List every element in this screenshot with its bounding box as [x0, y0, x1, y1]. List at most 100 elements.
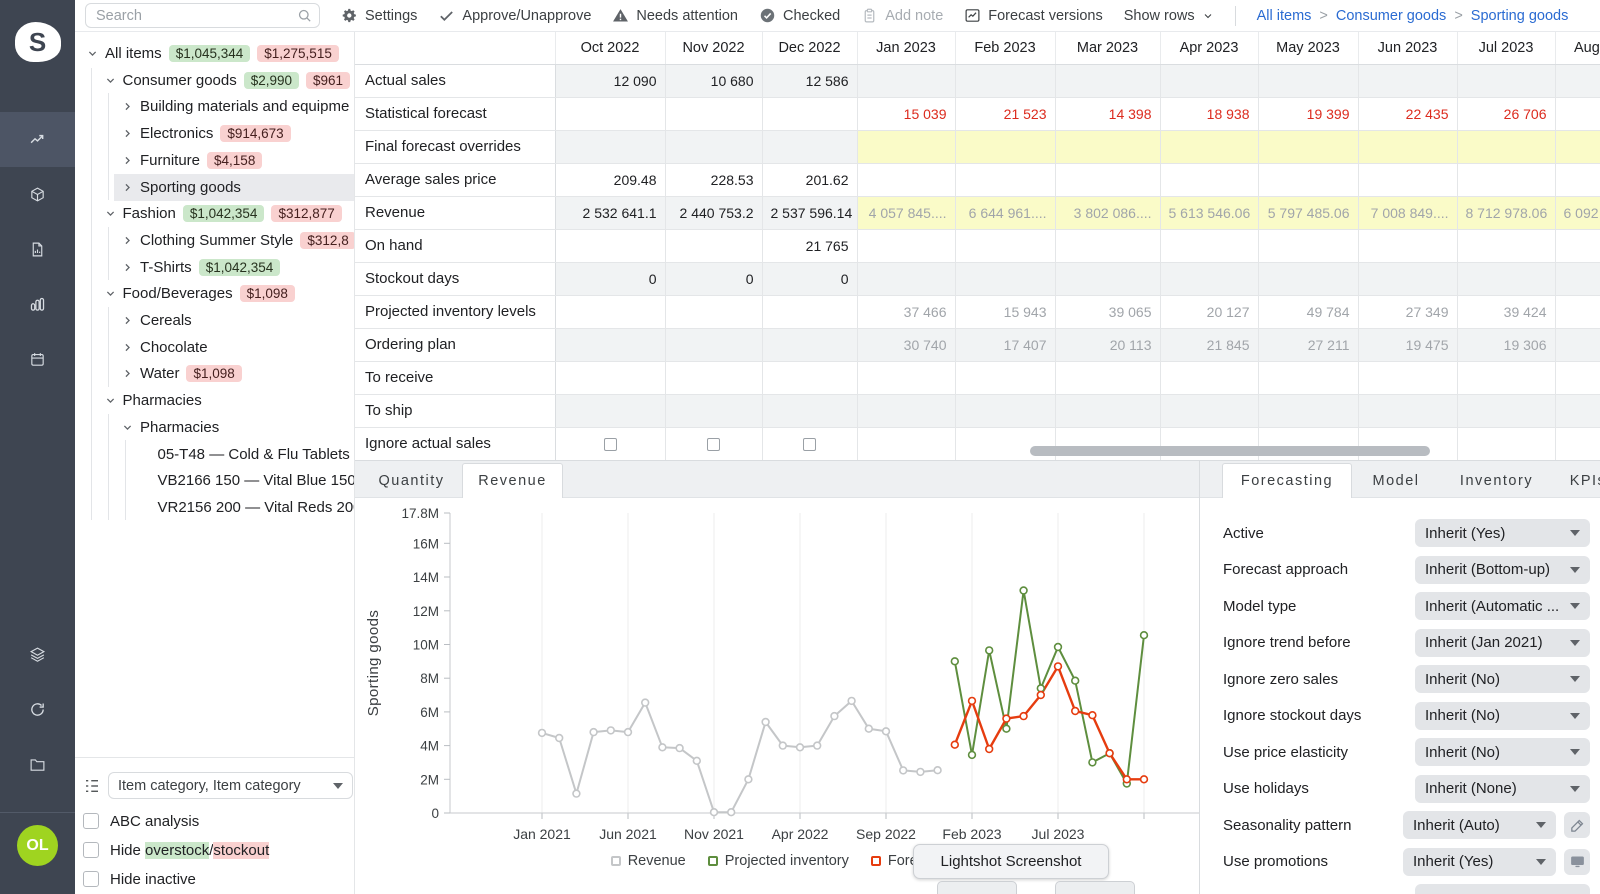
table-cell[interactable]	[1258, 163, 1358, 196]
table-cell[interactable]	[857, 64, 955, 97]
checkbox-icon[interactable]	[83, 842, 99, 858]
table-cell[interactable]	[1457, 163, 1555, 196]
row-label[interactable]: Revenue	[355, 196, 555, 229]
table-cell[interactable]	[1055, 163, 1160, 196]
table-cell[interactable]	[1555, 130, 1600, 163]
chevron-expanded-icon[interactable]	[103, 73, 123, 88]
row-label[interactable]: Actual sales	[355, 64, 555, 97]
tree-item-clothing-summer-style[interactable]: Clothing Summer Style$312,8	[114, 227, 355, 254]
checkbox-icon[interactable]	[803, 438, 816, 451]
table-cell[interactable]	[1258, 394, 1358, 427]
tree-item-vb2166-150-vital-blue-150-g[interactable]: VB2166 150 — Vital Blue 150 g	[132, 467, 356, 494]
table-cell[interactable]	[1160, 163, 1258, 196]
table-cell[interactable]	[955, 64, 1055, 97]
settings-tab-forecasting[interactable]: Forecasting	[1222, 463, 1352, 498]
table-cell[interactable]	[955, 229, 1055, 262]
setting-select-model-type[interactable]: Inherit (Automatic ...	[1415, 592, 1590, 620]
table-cell[interactable]: 0	[762, 262, 857, 295]
month-column-header[interactable]: Dec 2022	[762, 32, 857, 64]
table-cell[interactable]	[955, 394, 1055, 427]
table-cell[interactable]	[857, 130, 955, 163]
table-cell[interactable]	[555, 394, 665, 427]
table-cell[interactable]	[762, 361, 857, 394]
row-label[interactable]: Ordering plan	[355, 328, 555, 361]
table-cell[interactable]	[1555, 229, 1600, 262]
table-cell[interactable]: 26 706	[1457, 97, 1555, 130]
table-cell[interactable]	[955, 361, 1055, 394]
tree-item-pharmacies[interactable]: Pharmacies	[97, 387, 356, 414]
table-cell[interactable]: 0	[555, 262, 665, 295]
table-cell[interactable]	[555, 229, 665, 262]
table-cell[interactable]	[1258, 229, 1358, 262]
month-column-header[interactable]: Feb 2023	[955, 32, 1055, 64]
table-cell[interactable]	[555, 295, 665, 328]
table-cell[interactable]	[555, 427, 665, 460]
setting-select-use-price-elasticity[interactable]: Inherit (No)	[1415, 738, 1590, 766]
chevron-collapsed-icon[interactable]	[120, 366, 140, 381]
chevron-expanded-icon[interactable]	[103, 286, 123, 301]
table-cell[interactable]	[555, 130, 665, 163]
toolbar-approve-unapprove-button[interactable]: Approve/Unapprove	[438, 7, 591, 24]
table-cell[interactable]	[665, 361, 762, 394]
table-cell[interactable]	[762, 328, 857, 361]
table-cell[interactable]: 0	[665, 262, 762, 295]
chart-tab-revenue[interactable]: Revenue	[462, 463, 563, 498]
sidebar-nav-bar-chart[interactable]	[0, 277, 75, 332]
settings-tab-model[interactable]: Model	[1352, 463, 1440, 498]
chevron-collapsed-icon[interactable]	[120, 153, 140, 168]
chevron-collapsed-icon[interactable]	[120, 313, 140, 328]
month-column-header[interactable]: Aug 2023	[1555, 32, 1600, 64]
pencil-icon-button[interactable]	[1564, 812, 1590, 838]
chevron-collapsed-icon[interactable]	[120, 340, 140, 355]
setting-select-ignore-trend-before[interactable]: Inherit (Jan 2021)	[1415, 629, 1590, 657]
table-cell[interactable]	[1055, 394, 1160, 427]
table-cell[interactable]: 6 092	[1555, 196, 1600, 229]
table-cell[interactable]	[762, 295, 857, 328]
tree-item-pharmacies[interactable]: Pharmacies	[114, 414, 355, 441]
table-cell[interactable]: 21 765	[762, 229, 857, 262]
table-cell[interactable]	[665, 394, 762, 427]
table-cell[interactable]: 39 065	[1055, 295, 1160, 328]
table-cell[interactable]: 39 424	[1457, 295, 1555, 328]
table-cell[interactable]: 19 306	[1457, 328, 1555, 361]
table-cell[interactable]	[955, 262, 1055, 295]
table-cell[interactable]	[1160, 361, 1258, 394]
tree-item-cereals[interactable]: Cereals	[114, 307, 355, 334]
table-cell[interactable]: 14 398	[1055, 97, 1160, 130]
sidebar-nav-trend[interactable]	[0, 112, 75, 167]
table-cell[interactable]	[857, 262, 955, 295]
table-cell[interactable]: 21 523	[955, 97, 1055, 130]
table-cell[interactable]	[955, 163, 1055, 196]
table-cell[interactable]: 5 797 485.06	[1258, 196, 1358, 229]
table-cell[interactable]: 5 613 546.06	[1160, 196, 1258, 229]
settings-tab-inventory[interactable]: Inventory	[1440, 463, 1553, 498]
table-cell[interactable]	[1258, 361, 1358, 394]
horizontal-scrollbar[interactable]	[1030, 446, 1430, 456]
table-cell[interactable]: 22 435	[1358, 97, 1457, 130]
table-cell[interactable]	[1457, 262, 1555, 295]
table-cell[interactable]: 30 740	[857, 328, 955, 361]
table-cell[interactable]	[1555, 328, 1600, 361]
table-cell[interactable]	[1457, 64, 1555, 97]
tree-item-building-materials-and-equipme[interactable]: Building materials and equipme	[114, 93, 355, 120]
legend-item-projected-inventory[interactable]: Projected inventory	[708, 853, 849, 869]
sidebar-nav-layers[interactable]	[0, 627, 75, 682]
lightshot-button[interactable]	[937, 881, 1017, 894]
toolbar-needs-attention-button[interactable]: Needs attention	[612, 7, 738, 24]
checkbox-hide-inactive[interactable]: Hide inactive	[83, 870, 196, 888]
avatar[interactable]: OL	[17, 825, 58, 866]
row-label[interactable]: Statistical forecast	[355, 97, 555, 130]
table-cell[interactable]	[857, 163, 955, 196]
table-cell[interactable]	[665, 328, 762, 361]
chevron-expanded-icon[interactable]	[120, 420, 140, 435]
table-cell[interactable]	[1160, 229, 1258, 262]
chart-tab-quantity[interactable]: Quantity	[361, 463, 462, 498]
table-cell[interactable]	[1358, 262, 1457, 295]
row-label[interactable]: Average sales price	[355, 163, 555, 196]
tree-item-all-items[interactable]: All items$1,045,344$1,275,515	[79, 40, 355, 67]
chevron-collapsed-icon[interactable]	[120, 126, 140, 141]
toolbar-checked-button[interactable]: Checked	[759, 7, 840, 24]
chevron-expanded-icon[interactable]	[85, 46, 105, 61]
table-cell[interactable]	[1457, 394, 1555, 427]
table-cell[interactable]	[1160, 394, 1258, 427]
